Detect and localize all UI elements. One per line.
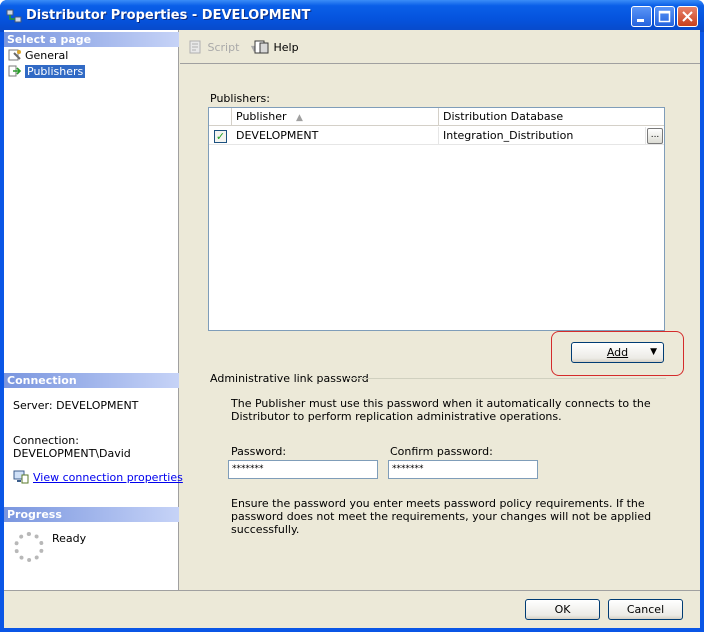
publishers-grid: Publisher ▲ Distribution Database ✓ DEVE… xyxy=(208,107,665,331)
page-item-general[interactable]: General xyxy=(8,49,68,63)
close-icon xyxy=(682,11,693,22)
progress-spinner-icon xyxy=(14,532,44,562)
sort-ascending-icon: ▲ xyxy=(296,113,303,123)
grid-header: Publisher ▲ Distribution Database xyxy=(209,108,664,126)
maximize-button[interactable] xyxy=(654,6,675,27)
add-dropdown-icon: ▼ xyxy=(650,347,657,357)
grid-header-checkbox-col xyxy=(209,108,232,126)
close-button[interactable] xyxy=(677,6,698,27)
view-connection-properties[interactable]: View connection properties xyxy=(13,470,183,484)
help-button[interactable]: Help xyxy=(254,40,299,54)
connection-value: DEVELOPMENT\David xyxy=(13,447,131,460)
column-header-label: Publisher xyxy=(236,110,287,123)
publisher-arrow-icon xyxy=(8,65,22,77)
column-header-distribution-database[interactable]: Distribution Database xyxy=(439,108,664,126)
add-button[interactable]: Add ▼ xyxy=(571,342,664,363)
password-field[interactable]: ******* xyxy=(228,460,378,479)
add-button-label: Add xyxy=(606,346,629,359)
confirm-password-field[interactable]: ******* xyxy=(388,460,538,479)
publishers-section-label: Publishers: xyxy=(210,92,270,105)
progress-status: Ready xyxy=(52,532,87,545)
connection-label: Connection: xyxy=(13,434,79,447)
admin-link-description: The Publisher must use this password whe… xyxy=(231,397,651,423)
maximize-icon xyxy=(658,10,671,23)
toolbar: Script ▼ Help xyxy=(180,30,700,64)
connection-header: Connection xyxy=(4,373,179,388)
password-label: Password: xyxy=(231,445,287,458)
help-label: Help xyxy=(273,41,299,54)
page-item-publishers[interactable]: Publishers xyxy=(8,65,86,79)
connection-properties-icon xyxy=(13,470,29,484)
page-item-label: General xyxy=(25,49,69,62)
help-book-icon xyxy=(254,40,269,54)
page-item-label: Publishers xyxy=(25,65,86,78)
column-header-label: Distribution Database xyxy=(443,110,564,123)
confirm-password-label: Confirm password: xyxy=(390,445,493,458)
title-bar[interactable]: Distributor Properties - DEVELOPMENT xyxy=(0,0,704,32)
cancel-button[interactable]: Cancel xyxy=(608,599,683,620)
distributor-app-icon xyxy=(6,9,22,23)
server-label: Server: DEVELOPMENT xyxy=(13,399,139,412)
ok-button[interactable]: OK xyxy=(525,599,600,620)
minimize-button[interactable] xyxy=(631,6,652,27)
ok-button-label: OK xyxy=(554,603,571,616)
table-row[interactable]: ✓ DEVELOPMENT Integration_Distribution .… xyxy=(209,127,664,145)
publisher-cell: DEVELOPMENT xyxy=(232,127,439,145)
distribution-db-cell: Integration_Distribution xyxy=(439,127,646,145)
script-icon xyxy=(189,40,201,54)
admin-link-group-label: Administrative link password xyxy=(210,372,369,385)
cancel-button-label: Cancel xyxy=(626,603,665,616)
dialog-client-area: Select a page General Publishers Connect… xyxy=(4,30,700,628)
left-pane: Select a page General Publishers Connect… xyxy=(4,30,183,590)
script-button[interactable]: Script ▼ xyxy=(188,40,257,54)
script-label: Script xyxy=(207,41,240,54)
progress-header: Progress xyxy=(4,507,179,522)
select-page-header: Select a page xyxy=(4,32,179,47)
dialog-footer: OK Cancel xyxy=(4,590,700,628)
password-policy-note: Ensure the password you enter meets pass… xyxy=(231,497,652,536)
wrench-page-icon xyxy=(8,49,21,61)
publisher-enabled-checkbox[interactable]: ✓ xyxy=(214,130,227,143)
group-divider xyxy=(346,378,666,379)
window-title: Distributor Properties - DEVELOPMENT xyxy=(26,8,311,23)
view-connection-link[interactable]: View connection properties xyxy=(33,471,183,484)
column-header-publisher[interactable]: Publisher ▲ xyxy=(232,108,439,126)
dialog-window: Distributor Properties - DEVELOPMENT Sel… xyxy=(0,0,704,632)
minimize-icon xyxy=(637,19,644,22)
browse-ellipsis-button[interactable]: ... xyxy=(647,128,663,144)
